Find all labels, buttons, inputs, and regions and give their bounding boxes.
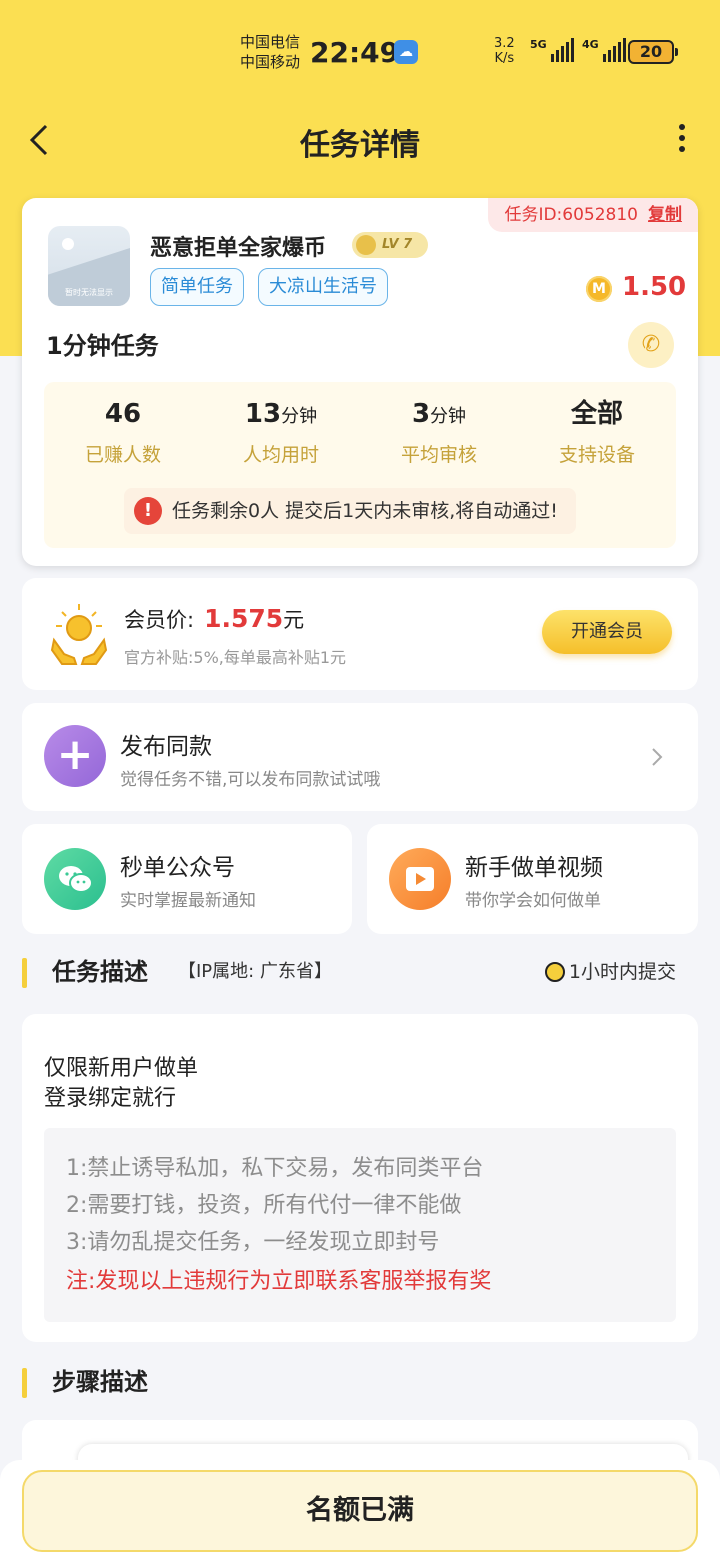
coin-icon: M xyxy=(586,276,612,302)
publish-same-card[interactable]: + 发布同款 觉得任务不错,可以发布同款试试哦 xyxy=(22,703,698,811)
report-warning: 注:发现以上违规行为立即联系客服举报有奖 xyxy=(66,1269,492,1294)
vip-price: 会员价: 1.575元 xyxy=(124,604,305,633)
wechat-subtitle: 实时掌握最新通知 xyxy=(120,891,256,911)
tag-simple-task: 简单任务 xyxy=(150,268,244,306)
rules-box: 1:禁止诱导私加，私下交易，发布同类平台 2:需要打钱，投资，所有代付一律不能做… xyxy=(44,1128,676,1322)
wechat-icon xyxy=(44,848,106,910)
chevron-right-icon xyxy=(652,748,663,766)
plus-icon: + xyxy=(44,725,106,787)
stat-earned-count: 46 已赚人数 xyxy=(84,399,161,466)
video-title: 新手做单视频 xyxy=(465,855,603,881)
task-description-header: 任务描述 【IP属地: 广东省】 1小时内提交 xyxy=(22,954,698,994)
task-stats: 46 已赚人数 13分钟 人均用时 3分钟 平均审核 全部 支持设备 ! 任务剩… xyxy=(44,382,676,548)
steps-header: 步骤描述 xyxy=(22,1364,698,1404)
description-line: 仅限新用户做单 xyxy=(44,1056,199,1081)
submit-deadline: 1小时内提交 xyxy=(544,954,676,990)
page-title: 任务详情 xyxy=(300,128,420,163)
ip-location: 【IP属地: 广东省】 xyxy=(178,961,332,982)
stat-avg-time: 13分钟 人均用时 xyxy=(242,399,319,466)
more-options-icon[interactable] xyxy=(672,124,692,158)
wechat-account-card[interactable]: 秒单公众号 实时掌握最新通知 xyxy=(22,824,352,934)
section-accent xyxy=(22,1368,27,1398)
level-badge: LV 7 xyxy=(352,232,428,258)
stat-devices: 全部 支持设备 xyxy=(558,399,635,466)
status-time: 22:49 xyxy=(310,36,400,69)
section-accent xyxy=(22,958,27,988)
task-info-card: 任务ID:6052810 复制 暂时无法显示 恶意拒单全家爆币 LV 7 简单任务… xyxy=(22,198,698,566)
task-id-tag: 任务ID:6052810 复制 xyxy=(488,198,698,232)
publish-title: 发布同款 xyxy=(120,734,212,760)
nav-bar: 任务详情 xyxy=(0,108,720,172)
task-description-card: 仅限新用户做单 登录绑定就行 1:禁止诱导私加，私下交易，发布同类平台 2:需要… xyxy=(22,1014,698,1342)
video-icon xyxy=(389,848,451,910)
section-title: 任务描述 xyxy=(52,958,148,986)
rule-item: 3:请勿乱提交任务，一经发现立即封号 xyxy=(66,1230,440,1255)
clock-icon xyxy=(544,962,565,982)
section-title: 步骤描述 xyxy=(52,1368,148,1396)
beginner-video-card[interactable]: 新手做单视频 带你学会如何做单 xyxy=(367,824,698,934)
battery-icon: 20 xyxy=(628,40,678,64)
phone-icon[interactable]: ✆ xyxy=(628,322,674,368)
task-price: 1.50 xyxy=(622,272,687,302)
coin-hands-icon xyxy=(50,604,108,665)
notification-app-icon: ☁ xyxy=(394,40,418,64)
tag-publisher: 大凉山生活号 xyxy=(258,268,388,306)
open-vip-button[interactable]: 开通会员 xyxy=(542,610,672,654)
wechat-title: 秒单公众号 xyxy=(120,855,235,881)
stat-avg-review: 3分钟 平均审核 xyxy=(400,399,477,466)
remaining-notice: ! 任务剩余0人 提交后1天内未审核,将自动通过! xyxy=(124,488,576,534)
quota-full-button[interactable]: 名额已满 xyxy=(22,1470,698,1552)
status-bar: 中国电信 中国移动 22:49 ☁ 3.2 K/s 5G 4G 20 xyxy=(0,28,720,78)
task-name: 恶意拒单全家爆币 xyxy=(150,236,327,261)
video-subtitle: 带你学会如何做单 xyxy=(465,891,601,911)
vip-subsidy-note: 官方补贴:5%,每单最高补贴1元 xyxy=(124,648,347,667)
vip-price-card: 会员价: 1.575元 官方补贴:5%,每单最高补贴1元 开通会员 xyxy=(22,578,698,690)
signal-5g-icon: 5G xyxy=(530,38,574,62)
carrier-names: 中国电信 中国移动 xyxy=(240,33,301,71)
copy-id-button[interactable]: 复制 xyxy=(648,205,682,225)
publish-subtitle: 觉得任务不错,可以发布同款试试哦 xyxy=(120,770,381,790)
network-speed: 3.2 K/s xyxy=(494,36,515,66)
description-line: 登录绑定就行 xyxy=(44,1086,177,1111)
bottom-action-bar: 名额已满 xyxy=(0,1460,720,1560)
task-duration: 1分钟任务 xyxy=(46,332,159,360)
alert-icon: ! xyxy=(134,497,162,525)
signal-4g-icon: 4G xyxy=(582,38,626,62)
rule-item: 2:需要打钱，投资，所有代付一律不能做 xyxy=(66,1193,462,1218)
rule-item: 1:禁止诱导私加，私下交易，发布同类平台 xyxy=(66,1156,484,1181)
task-thumbnail: 暂时无法显示 xyxy=(48,226,130,306)
